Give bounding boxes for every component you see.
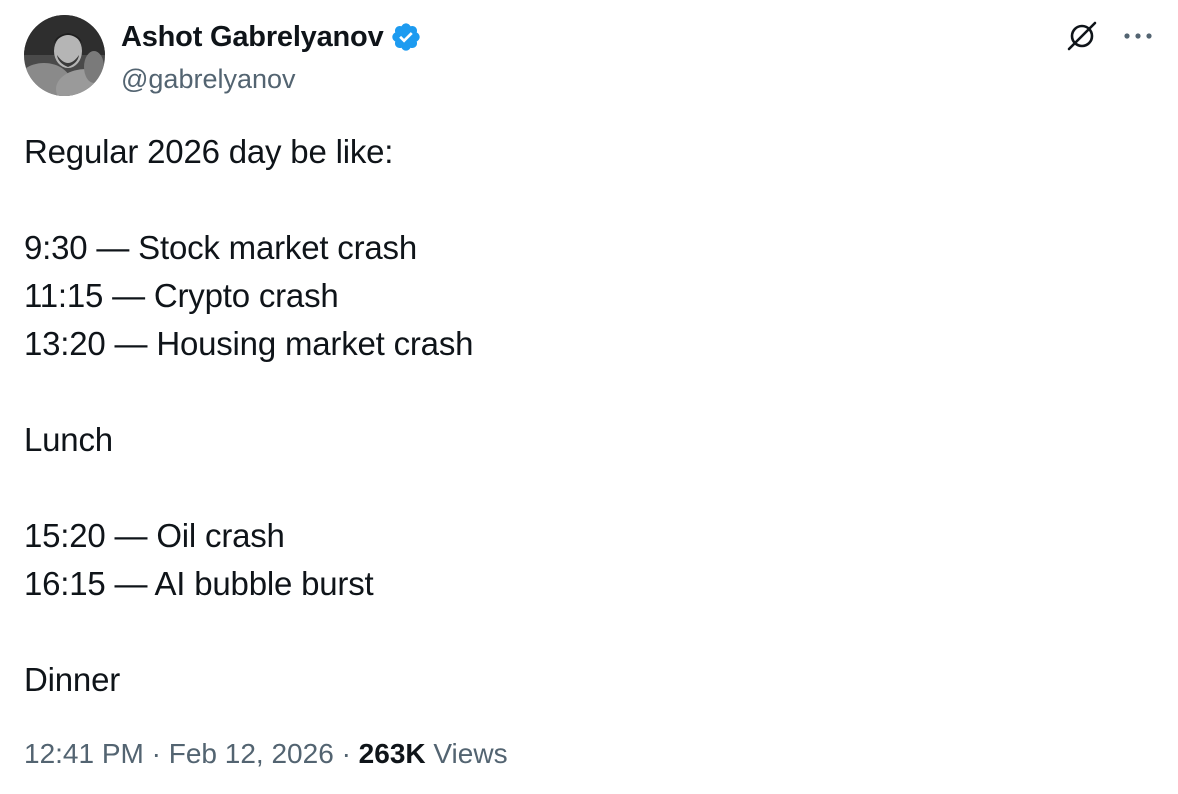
post-line: Lunch (24, 421, 113, 458)
post-line: 9:30 — Stock market crash (24, 229, 417, 266)
post-line: Dinner (24, 661, 121, 698)
post-line: 15:20 — Oil crash (24, 517, 285, 554)
tweet-card: Ashot Gabrelyanov @gabrelyanov Regular 2… (0, 0, 1178, 794)
author-block: Ashot Gabrelyanov @gabrelyanov (121, 18, 422, 97)
post-time[interactable]: 12:41 PM (24, 738, 144, 769)
post-meta: 12:41 PM · Feb 12, 2026 · 263K Views (24, 734, 508, 774)
post-text: Regular 2026 day be like: 9:30 — Stock m… (24, 128, 473, 704)
display-name[interactable]: Ashot Gabrelyanov (121, 18, 384, 56)
avatar[interactable] (24, 15, 105, 96)
meta-separator: · (341, 738, 351, 769)
top-actions (1064, 18, 1156, 54)
views-label[interactable]: Views (433, 738, 507, 769)
grok-icon[interactable] (1064, 18, 1100, 54)
post-line: 16:15 — AI bubble burst (24, 565, 374, 602)
post-line: 11:15 — Crypto crash (24, 277, 339, 314)
verified-badge-icon[interactable] (390, 21, 422, 53)
views-count[interactable]: 263K (359, 738, 426, 769)
post-line: 13:20 — Housing market crash (24, 325, 474, 362)
post-line: Regular 2026 day be like: (24, 133, 394, 170)
avatar-photo-icon (24, 15, 105, 96)
meta-separator: · (151, 738, 161, 769)
post-date[interactable]: Feb 12, 2026 (169, 738, 334, 769)
handle[interactable]: @gabrelyanov (121, 61, 422, 97)
more-options-icon[interactable] (1120, 18, 1156, 54)
name-row: Ashot Gabrelyanov (121, 18, 422, 56)
